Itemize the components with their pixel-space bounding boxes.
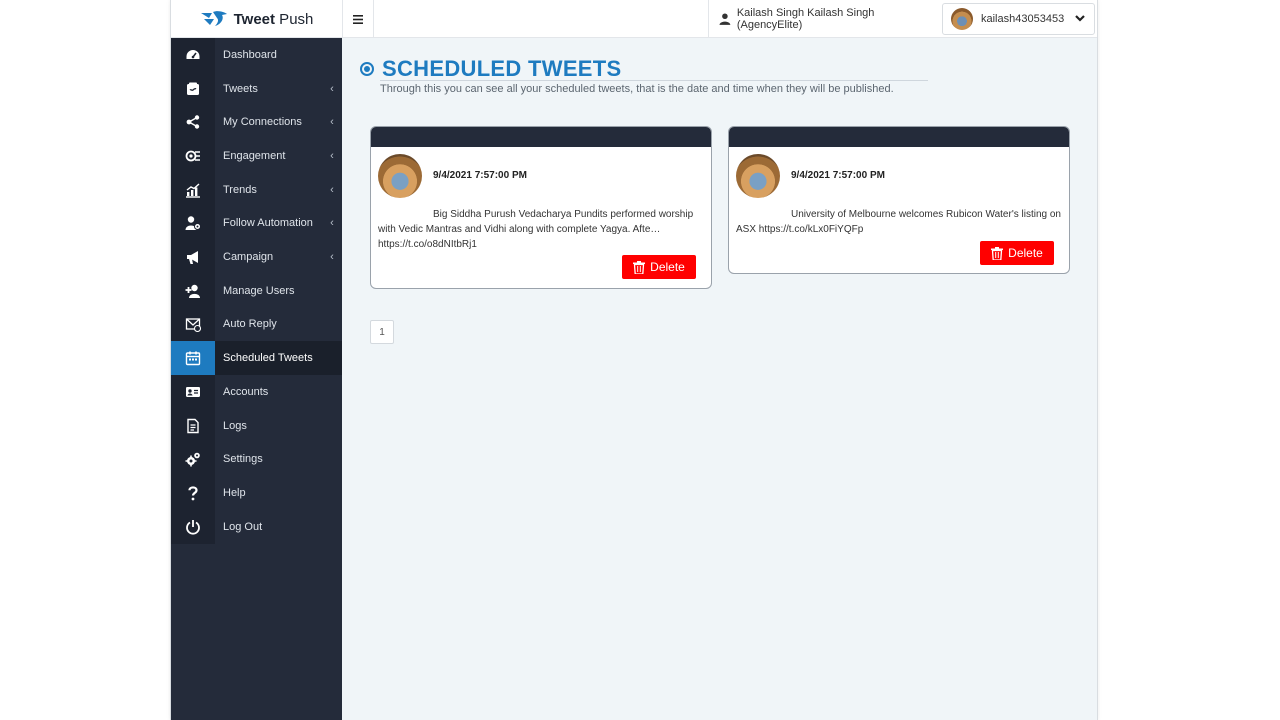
question-icon xyxy=(171,476,215,510)
id-card-icon xyxy=(171,375,215,409)
campaign-icon xyxy=(171,240,215,274)
gears-icon xyxy=(171,442,215,476)
sidebar-item-label: Accounts xyxy=(223,385,269,398)
sidebar: Dashboard Tweets ‹ My Connections ‹ Engagemen… xyxy=(171,38,342,720)
sidebar-item-label: Scheduled Tweets xyxy=(223,352,313,365)
user-icon xyxy=(719,13,731,25)
sidebar-item-accounts[interactable]: Accounts xyxy=(171,375,342,409)
title-divider xyxy=(380,80,928,81)
sidebar-item-campaign[interactable]: Campaign ‹ xyxy=(171,240,342,274)
chevron-down-icon xyxy=(1075,15,1085,22)
hamburger-menu-button[interactable] xyxy=(342,0,374,38)
radio-dot-icon xyxy=(360,62,374,76)
hamburger-icon xyxy=(353,14,363,24)
dashboard-icon xyxy=(171,38,215,72)
brand-name: Tweet Push xyxy=(233,10,314,28)
sidebar-item-trends[interactable]: Trends ‹ xyxy=(171,173,342,207)
account-switcher-dropdown[interactable]: kailash43053453 xyxy=(942,3,1095,35)
document-icon xyxy=(171,409,215,443)
follow-automation-icon xyxy=(171,207,215,241)
delete-button[interactable]: Delete xyxy=(980,241,1054,265)
sidebar-item-label: My Connections xyxy=(223,116,302,129)
sidebar-item-logs[interactable]: Logs xyxy=(171,409,342,443)
pagination-page-1[interactable]: 1 xyxy=(370,320,394,344)
user-info: Kailash Singh Kailash Singh (AgencyElite… xyxy=(708,0,940,38)
tweetpush-logo-icon xyxy=(200,11,227,26)
auto-reply-icon xyxy=(171,308,215,342)
trash-icon xyxy=(633,260,646,274)
card-header xyxy=(729,127,1069,147)
sidebar-item-label: Auto Reply xyxy=(223,318,277,331)
avatar xyxy=(378,154,422,198)
power-icon xyxy=(171,510,215,544)
chevron-left-icon: ‹ xyxy=(330,82,334,95)
sidebar-item-tweets[interactable]: Tweets ‹ xyxy=(171,72,342,106)
page-subtitle: Through this you can see all your schedu… xyxy=(380,83,894,95)
sidebar-item-my-connections[interactable]: My Connections ‹ xyxy=(171,105,342,139)
sidebar-item-label: Follow Automation xyxy=(223,217,313,230)
sidebar-item-label: Tweets xyxy=(223,82,258,95)
sidebar-item-auto-reply[interactable]: Auto Reply xyxy=(171,308,342,342)
chevron-left-icon: ‹ xyxy=(330,217,334,230)
main-content: SCHEDULED TWEETS Through this you can se… xyxy=(342,38,1097,720)
tweets-icon xyxy=(171,72,215,106)
trash-icon xyxy=(991,246,1004,260)
avatar xyxy=(736,154,780,198)
engagement-icon xyxy=(171,139,215,173)
chevron-left-icon: ‹ xyxy=(330,149,334,162)
scheduled-tweet-card: 9/4/2021 7:57:00 PM Big Siddha Purush Ve… xyxy=(370,126,712,289)
add-user-icon xyxy=(171,274,215,308)
page-title: SCHEDULED TWEETS xyxy=(382,56,622,81)
sidebar-item-scheduled-tweets[interactable]: Scheduled Tweets xyxy=(171,341,342,375)
sidebar-item-label: Help xyxy=(223,486,246,499)
trends-icon xyxy=(171,173,215,207)
page-header: SCHEDULED TWEETS xyxy=(360,56,621,82)
tweet-text: University of Melbourne welcomes Rubicon… xyxy=(736,209,1061,235)
sidebar-item-label: Settings xyxy=(223,453,263,466)
calendar-icon xyxy=(171,341,215,375)
sidebar-item-help[interactable]: Help xyxy=(171,476,342,510)
sidebar-item-settings[interactable]: Settings xyxy=(171,442,342,476)
sidebar-item-label: Dashboard xyxy=(223,48,277,61)
sidebar-item-manage-users[interactable]: Manage Users xyxy=(171,274,342,308)
sidebar-item-dashboard[interactable]: Dashboard xyxy=(171,38,342,72)
delete-label: Delete xyxy=(1008,246,1043,260)
sidebar-item-label: Manage Users xyxy=(223,284,295,297)
user-display-name: Kailash Singh Kailash Singh (AgencyElite… xyxy=(736,7,875,31)
delete-button[interactable]: Delete xyxy=(622,255,696,279)
account-handle: kailash43053453 xyxy=(981,13,1065,25)
app-window: Tweet Push Kailash Singh Kailash Singh (… xyxy=(170,0,1098,720)
tweet-scheduled-date: 9/4/2021 7:57:00 PM xyxy=(433,170,527,181)
chevron-left-icon: ‹ xyxy=(330,251,334,264)
avatar xyxy=(951,8,973,30)
sidebar-item-engagement[interactable]: Engagement ‹ xyxy=(171,139,342,173)
chevron-left-icon: ‹ xyxy=(330,116,334,129)
sidebar-item-label: Trends xyxy=(223,183,257,196)
sidebar-item-log-out[interactable]: Log Out xyxy=(171,510,342,544)
connections-icon xyxy=(171,105,215,139)
scheduled-tweet-card: 9/4/2021 7:57:00 PM University of Melbou… xyxy=(728,126,1070,274)
top-bar: Tweet Push Kailash Singh Kailash Singh (… xyxy=(171,0,1097,38)
brand[interactable]: Tweet Push xyxy=(171,0,342,38)
sidebar-item-label: Log Out xyxy=(223,520,263,533)
tweet-scheduled-date: 9/4/2021 7:57:00 PM xyxy=(791,170,885,181)
card-header xyxy=(371,127,711,147)
chevron-left-icon: ‹ xyxy=(330,183,334,196)
sidebar-item-label: Engagement xyxy=(223,149,286,162)
sidebar-item-label: Logs xyxy=(223,419,247,432)
sidebar-item-label: Campaign xyxy=(223,251,274,264)
tweet-text: Big Siddha Purush Vedacharya Pundits per… xyxy=(378,209,694,250)
delete-label: Delete xyxy=(650,260,685,274)
sidebar-item-follow-automation[interactable]: Follow Automation ‹ xyxy=(171,207,342,241)
